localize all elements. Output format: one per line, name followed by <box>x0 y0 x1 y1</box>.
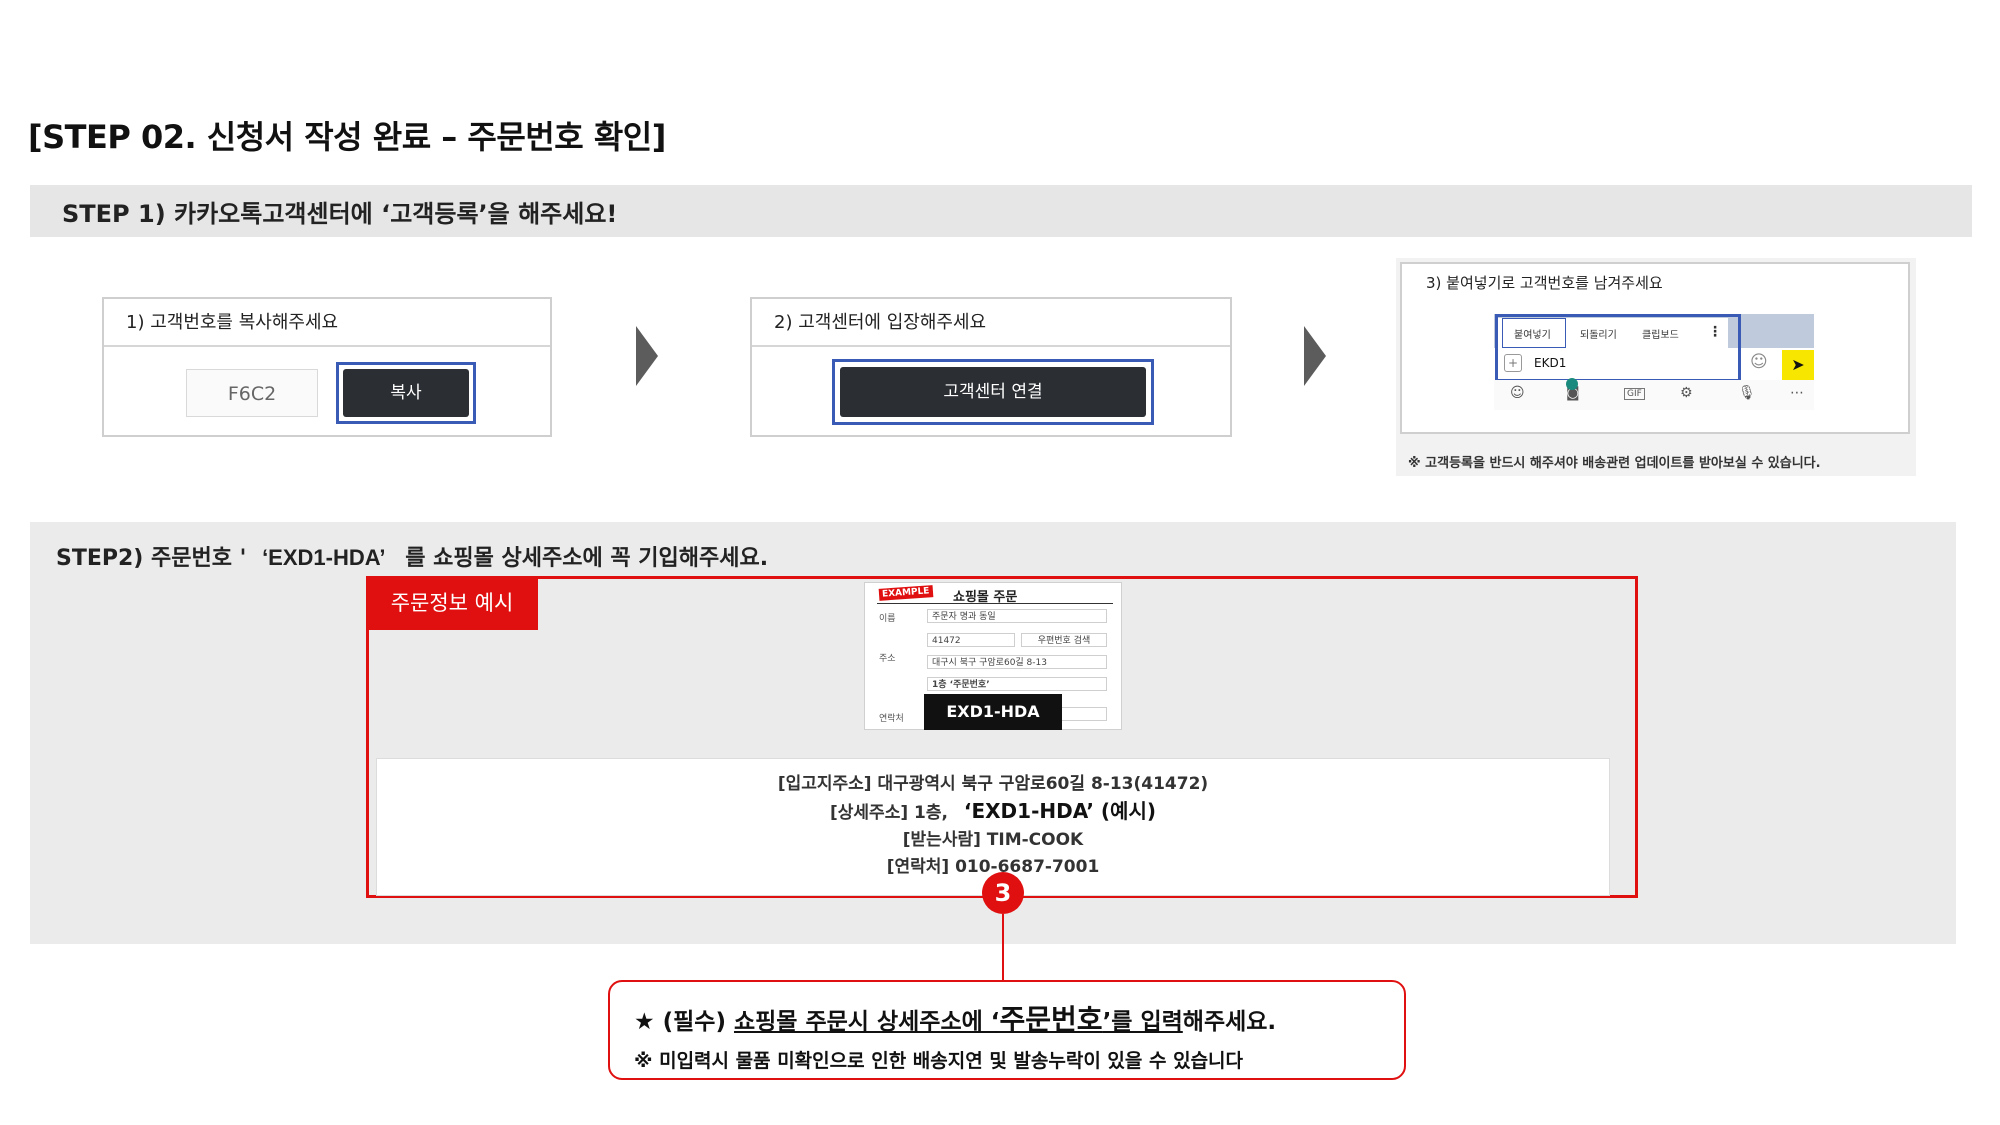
address-detail-code: ‘EXD1-HDA’ (예시) <box>963 799 1156 823</box>
zip-field: 41472 <box>927 633 1015 647</box>
step2-heading-pre: STEP2) 주문번호 ' <box>56 546 247 571</box>
enter-center-card-title: 2) 고객센터에 입장해주세요 <box>752 299 1230 347</box>
emoji-icon[interactable]: ☺ <box>1750 352 1768 372</box>
copy-code-card: 1) 고객번호를 복사해주세요 F6C2 복사 <box>102 297 552 437</box>
step2-heading: STEP2) 주문번호 ' ‘EXD1-HDA’ 를 쇼핑몰 상세주소에 꼭 기… <box>56 540 768 572</box>
connect-center-button[interactable]: 고객센터 연결 <box>840 367 1146 417</box>
required-notice-main: ★ (필수) 쇼핑몰 주문시 상세주소에 ‘주문번호’를 입력해주세요. <box>634 998 1276 1038</box>
paste-highlight-box <box>1495 314 1741 382</box>
address-detail-pre: [상세주소] 1층, <box>830 803 948 823</box>
paste-code-card: 3) 붙여넣기로 고객번호를 남겨주세요 붙여넣기 되돌리기 클립보드 ⋮ + … <box>1400 262 1910 434</box>
address-line2-field: 1층 ‘주문번호’ <box>927 677 1107 691</box>
arrow-right-icon <box>1304 326 1326 386</box>
notice-end: 해주세요. <box>1182 1009 1277 1035</box>
address-line1-field: 대구시 북구 구암로60길 8-13 <box>927 655 1107 669</box>
required-notice-warning: ※ 미입력시 물품 미확인으로 인한 배송지연 및 발송누락이 있을 수 있습니… <box>634 1050 1244 1072</box>
step2-heading-post: 를 쇼핑몰 상세주소에 꼭 기입해주세요. <box>405 546 769 571</box>
address-line-main: [입고지주소] 대구광역시 북구 구암로60길 8-13(41472) <box>777 774 1209 794</box>
contact-field <box>1061 707 1107 721</box>
page-title: [STEP 02. 신청서 작성 완료 – 주문번호 확인] <box>28 118 666 156</box>
enter-center-card: 2) 고객센터에 입장해주세요 고객센터 연결 <box>750 297 1232 437</box>
settings-icon[interactable]: ⚙ <box>1680 385 1693 401</box>
customer-code-field: F6C2 <box>186 369 318 417</box>
notice-underlined-1: 쇼핑몰 주문시 상세주소에 ‘ <box>733 1009 1000 1035</box>
arrow-right-icon <box>636 326 658 386</box>
example-badge: EXAMPLE <box>878 585 933 601</box>
gif-icon[interactable]: GIF <box>1624 388 1645 400</box>
zip-search-button: 우편번호 검색 <box>1021 633 1107 647</box>
form-title-rule <box>877 603 1113 604</box>
copy-code-card-title: 1) 고객번호를 복사해주세요 <box>104 299 550 347</box>
order-example-tag: 주문정보 예시 <box>366 576 538 630</box>
address-label: 주소 <box>879 654 896 664</box>
callout-connector <box>1002 914 1004 980</box>
copy-button[interactable]: 복사 <box>343 369 469 417</box>
mic-icon[interactable]: 🎙 <box>1738 385 1756 401</box>
step2-heading-code: ‘EXD1-HDA’ <box>262 545 386 570</box>
more-horizontal-icon[interactable]: ⋯ <box>1790 385 1804 401</box>
notice-star-label: ★ (필수) <box>634 1009 734 1035</box>
notice-underlined-2: ’를 입력 <box>1102 1009 1183 1035</box>
step1-heading: STEP 1) 카카오톡고객센터에 ‘고객등록’을 해주세요! <box>62 200 618 228</box>
cursor-handle-icon <box>1566 378 1578 390</box>
name-field: 주문자 명과 동일 <box>927 609 1107 623</box>
name-label: 이름 <box>879 614 896 624</box>
address-line-detail: [상세주소] 1층, ‘EXD1-HDA’ (예시) <box>377 798 1609 827</box>
emoticon-icon[interactable]: ☺ <box>1510 385 1525 401</box>
chat-icon-row: ☺ ◙ GIF ⚙ 🎙 ⋯ <box>1494 380 1814 410</box>
contact-label: 연락처 <box>879 714 904 724</box>
step-number-badge: 3 <box>982 872 1024 914</box>
notice-order-number: 주문번호 <box>999 1003 1103 1036</box>
order-code-callout: EXD1-HDA <box>924 694 1062 730</box>
required-notice-box: ★ (필수) 쇼핑몰 주문시 상세주소에 ‘주문번호’를 입력해주세요. ※ 미… <box>608 980 1406 1080</box>
address-line-recipient: [받는사람] TIM-COOK <box>902 830 1084 850</box>
send-button[interactable]: ➤ <box>1782 350 1814 380</box>
paste-code-note: ※ 고객등록을 반드시 해주셔야 배송관련 업데이트를 받아보실 수 있습니다. <box>1408 456 1821 471</box>
paste-code-card-title: 3) 붙여넣기로 고객번호를 남겨주세요 <box>1426 274 1663 292</box>
